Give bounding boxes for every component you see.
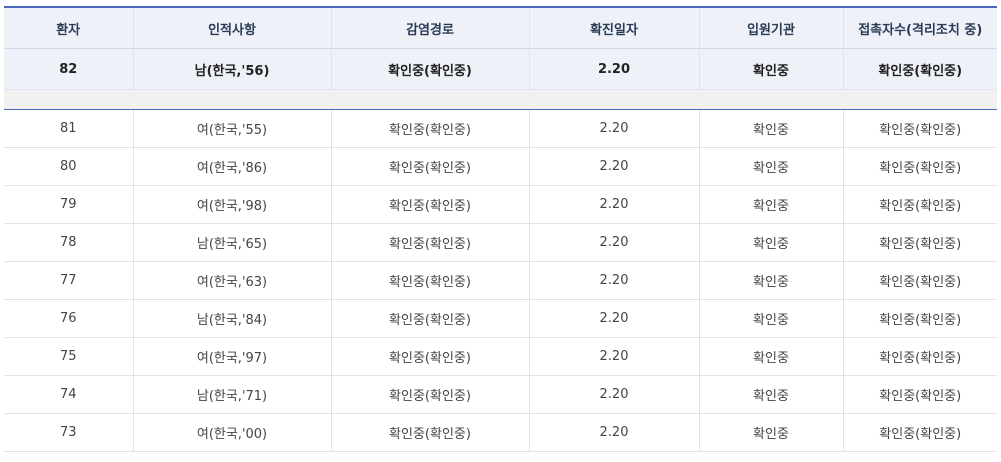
- cell-contacts: 확인중(확인중): [842, 48, 997, 90]
- cell-confirmed-date: 2.20: [528, 185, 699, 224]
- header-row: 환자 인적사항 감염경로 확진일자 입원기관 접촉자수(격리조치 중): [4, 6, 997, 49]
- cell-confirmed-date: 2.20: [528, 261, 699, 300]
- cell-confirmed-date: 2.20: [528, 48, 699, 90]
- cell-personal-info: 여(한국,'98): [132, 185, 331, 224]
- table-row: 79 여(한국,'98) 확인중(확인중) 2.20 확인중 확인중(확인중): [4, 185, 997, 224]
- cell-patient: 81: [4, 109, 133, 148]
- cell-infection-route: 확인중(확인중): [330, 185, 529, 224]
- table-body: 82 남(한국,'56) 확인중(확인중) 2.20 확인중 확인중(확인중) …: [4, 48, 997, 452]
- cell-hospital: 확인중: [698, 337, 843, 376]
- table-header: 환자 인적사항 감염경로 확진일자 입원기관 접촉자수(격리조치 중): [4, 6, 997, 49]
- table-row: 77 여(한국,'63) 확인중(확인중) 2.20 확인중 확인중(확인중): [4, 261, 997, 300]
- cell-patient: 74: [4, 375, 133, 414]
- cell-contacts: 확인중(확인중): [842, 413, 997, 452]
- cell-hospital: 확인중: [698, 299, 843, 338]
- column-header-contacts: 접촉자수(격리조치 중): [842, 6, 997, 49]
- cell-patient: 77: [4, 261, 133, 300]
- cell-contacts: 확인중(확인중): [842, 147, 997, 186]
- cell-personal-info: 여(한국,'63): [132, 261, 331, 300]
- cell-patient: 82: [4, 48, 133, 90]
- cell-personal-info: 남(한국,'56): [132, 48, 331, 90]
- cell-hospital: 확인중: [698, 261, 843, 300]
- cell-infection-route: 확인중(확인중): [330, 337, 529, 376]
- cell-confirmed-date: 2.20: [528, 413, 699, 452]
- cell-contacts: 확인중(확인중): [842, 337, 997, 376]
- cell-patient: 76: [4, 299, 133, 338]
- cell-infection-route: 확인중(확인중): [330, 147, 529, 186]
- cell-confirmed-date: 2.20: [528, 109, 699, 148]
- cell-infection-route: 확인중(확인중): [330, 299, 529, 338]
- cell-personal-info: 남(한국,'71): [132, 375, 331, 414]
- cell-confirmed-date: 2.20: [528, 337, 699, 376]
- cell-hospital: 확인중: [698, 185, 843, 224]
- table-row: 76 남(한국,'84) 확인중(확인중) 2.20 확인중 확인중(확인중): [4, 299, 997, 338]
- cell-personal-info: 남(한국,'65): [132, 223, 331, 262]
- table-row: 73 여(한국,'00) 확인중(확인중) 2.20 확인중 확인중(확인중): [4, 413, 997, 452]
- column-header-infection-route: 감염경로: [330, 6, 529, 49]
- cell-personal-info: 여(한국,'55): [132, 109, 331, 148]
- cell-infection-route: 확인중(확인중): [330, 109, 529, 148]
- cell-contacts: 확인중(확인중): [842, 261, 997, 300]
- cell-patient: 75: [4, 337, 133, 376]
- cell-hospital: 확인중: [698, 48, 843, 90]
- cell-patient: 79: [4, 185, 133, 224]
- column-header-confirmed-date: 확진일자: [528, 6, 699, 49]
- cell-infection-route: 확인중(확인중): [330, 261, 529, 300]
- table-row: 80 여(한국,'86) 확인중(확인중) 2.20 확인중 확인중(확인중): [4, 147, 997, 186]
- cell-hospital: 확인중: [698, 223, 843, 262]
- cell-personal-info: 여(한국,'97): [132, 337, 331, 376]
- cell-infection-route: 확인중(확인중): [330, 413, 529, 452]
- cell-contacts: 확인중(확인중): [842, 375, 997, 414]
- cell-personal-info: 여(한국,'00): [132, 413, 331, 452]
- cell-confirmed-date: 2.20: [528, 299, 699, 338]
- patient-table-container: 환자 인적사항 감염경로 확진일자 입원기관 접촉자수(격리조치 중) 82 남…: [4, 6, 997, 452]
- column-header-hospital: 입원기관: [698, 6, 843, 49]
- cell-hospital: 확인중: [698, 413, 843, 452]
- cell-infection-route: 확인중(확인중): [330, 223, 529, 262]
- cell-patient: 78: [4, 223, 133, 262]
- cell-infection-route: 확인중(확인중): [330, 48, 529, 90]
- cell-contacts: 확인중(확인중): [842, 223, 997, 262]
- spacer-row: [4, 89, 997, 110]
- column-header-personal-info: 인적사항: [132, 6, 331, 49]
- cell-personal-info: 남(한국,'84): [132, 299, 331, 338]
- cell-patient: 80: [4, 147, 133, 186]
- cell-contacts: 확인중(확인중): [842, 299, 997, 338]
- table-row: 78 남(한국,'65) 확인중(확인중) 2.20 확인중 확인중(확인중): [4, 223, 997, 262]
- table-row: 81 여(한국,'55) 확인중(확인중) 2.20 확인중 확인중(확인중): [4, 109, 997, 148]
- cell-personal-info: 여(한국,'86): [132, 147, 331, 186]
- cell-infection-route: 확인중(확인중): [330, 375, 529, 414]
- table-row: 75 여(한국,'97) 확인중(확인중) 2.20 확인중 확인중(확인중): [4, 337, 997, 376]
- spacer-cell: [4, 89, 997, 110]
- cell-confirmed-date: 2.20: [528, 375, 699, 414]
- cell-contacts: 확인중(확인중): [842, 185, 997, 224]
- column-header-patient: 환자: [4, 6, 133, 49]
- cell-confirmed-date: 2.20: [528, 147, 699, 186]
- cell-confirmed-date: 2.20: [528, 223, 699, 262]
- cell-contacts: 확인중(확인중): [842, 109, 997, 148]
- table-row: 74 남(한국,'71) 확인중(확인중) 2.20 확인중 확인중(확인중): [4, 375, 997, 414]
- cell-hospital: 확인중: [698, 375, 843, 414]
- cell-hospital: 확인중: [698, 109, 843, 148]
- patient-table: 환자 인적사항 감염경로 확진일자 입원기관 접촉자수(격리조치 중) 82 남…: [4, 6, 997, 452]
- cell-hospital: 확인중: [698, 147, 843, 186]
- highlight-row: 82 남(한국,'56) 확인중(확인중) 2.20 확인중 확인중(확인중): [4, 48, 997, 90]
- cell-patient: 73: [4, 413, 133, 452]
